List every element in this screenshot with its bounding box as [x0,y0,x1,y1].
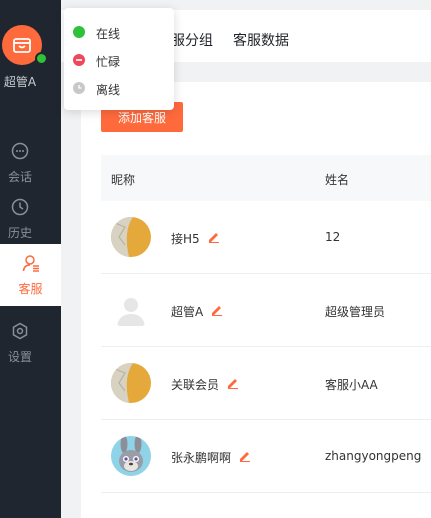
nickname-cell: 关联会员 [171,376,239,393]
agent-icon [22,254,39,272]
nickname-text: 关联会员 [171,378,220,392]
sidebar-item-chat[interactable]: 会话 [0,132,40,194]
status-option-online[interactable]: 在线 [73,25,121,42]
sidebar-item-label: 设置 [7,349,32,364]
sidebar-item-label: 客服 [18,281,43,296]
nickname-text: 接H5 [171,232,200,246]
nickname-cell: 超管A [171,303,223,320]
offline-clock-icon [73,82,85,94]
yellow-avatar [111,217,151,257]
status-option-busy[interactable]: 忙碌 [73,53,121,70]
online-dot-icon [73,26,85,38]
clock-icon [11,198,29,215]
chat-icon [11,142,29,159]
sidebar-item-label: 会话 [7,169,32,184]
nickname-text: 超管A [171,305,204,319]
status-option-label: 忙碌 [96,55,121,69]
column-header-name: 姓名 [325,173,350,187]
user-avatar[interactable] [2,25,48,65]
app-root: 超管A 会话 历史 客服 设置 服分组 客服数据 添加客服 昵称 姓名 接H5 … [0,0,431,518]
edit-pencil-icon[interactable] [239,450,251,465]
status-option-label: 在线 [96,27,121,41]
sidebar-item-settings[interactable]: 设置 [0,312,40,374]
name-cell: zhangyongpeng [325,449,422,463]
nickname-text: 张永鹏啊啊 [171,451,232,465]
name-cell: 12 [325,230,341,244]
status-option-offline[interactable]: 离线 [73,81,121,98]
table-row: 关联会员 客服小AA [101,347,431,420]
table-row: 接H5 12 [101,201,431,274]
sidebar-item-label: 历史 [7,225,32,240]
default-avatar [111,290,151,330]
user-name: 超管A [3,75,37,89]
sidebar: 超管A 会话 历史 客服 设置 [0,0,61,518]
edit-pencil-icon[interactable] [227,377,239,392]
tab-agent-groups[interactable]: 服分组 [171,30,213,50]
sidebar-item-history[interactable]: 历史 [0,188,40,250]
sidebar-item-agents[interactable]: 客服 [0,244,61,306]
tab-agent-data[interactable]: 客服数据 [233,30,289,50]
name-cell: 客服小AA [325,378,378,392]
rabbit-avatar [111,436,151,476]
nickname-cell: 接H5 [171,230,220,247]
busy-minus-icon [73,54,85,66]
store-icon [13,38,31,53]
yellow-avatar [111,363,151,403]
edit-pencil-icon[interactable] [211,304,223,319]
status-option-label: 离线 [96,83,121,97]
nickname-cell: 张永鹏啊啊 [171,449,251,466]
online-status-dot [35,52,48,65]
edit-pencil-icon[interactable] [208,231,220,246]
table-row: 超管A 超级管理员 [101,274,431,347]
status-menu: 在线 忙碌 离线 [64,8,174,110]
name-cell: 超级管理员 [325,305,386,319]
table-header: 昵称 姓名 [101,155,431,201]
gear-icon [12,322,28,339]
table-row: 张永鹏啊啊 zhangyongpeng [101,420,431,493]
column-header-nickname: 昵称 [111,173,136,187]
